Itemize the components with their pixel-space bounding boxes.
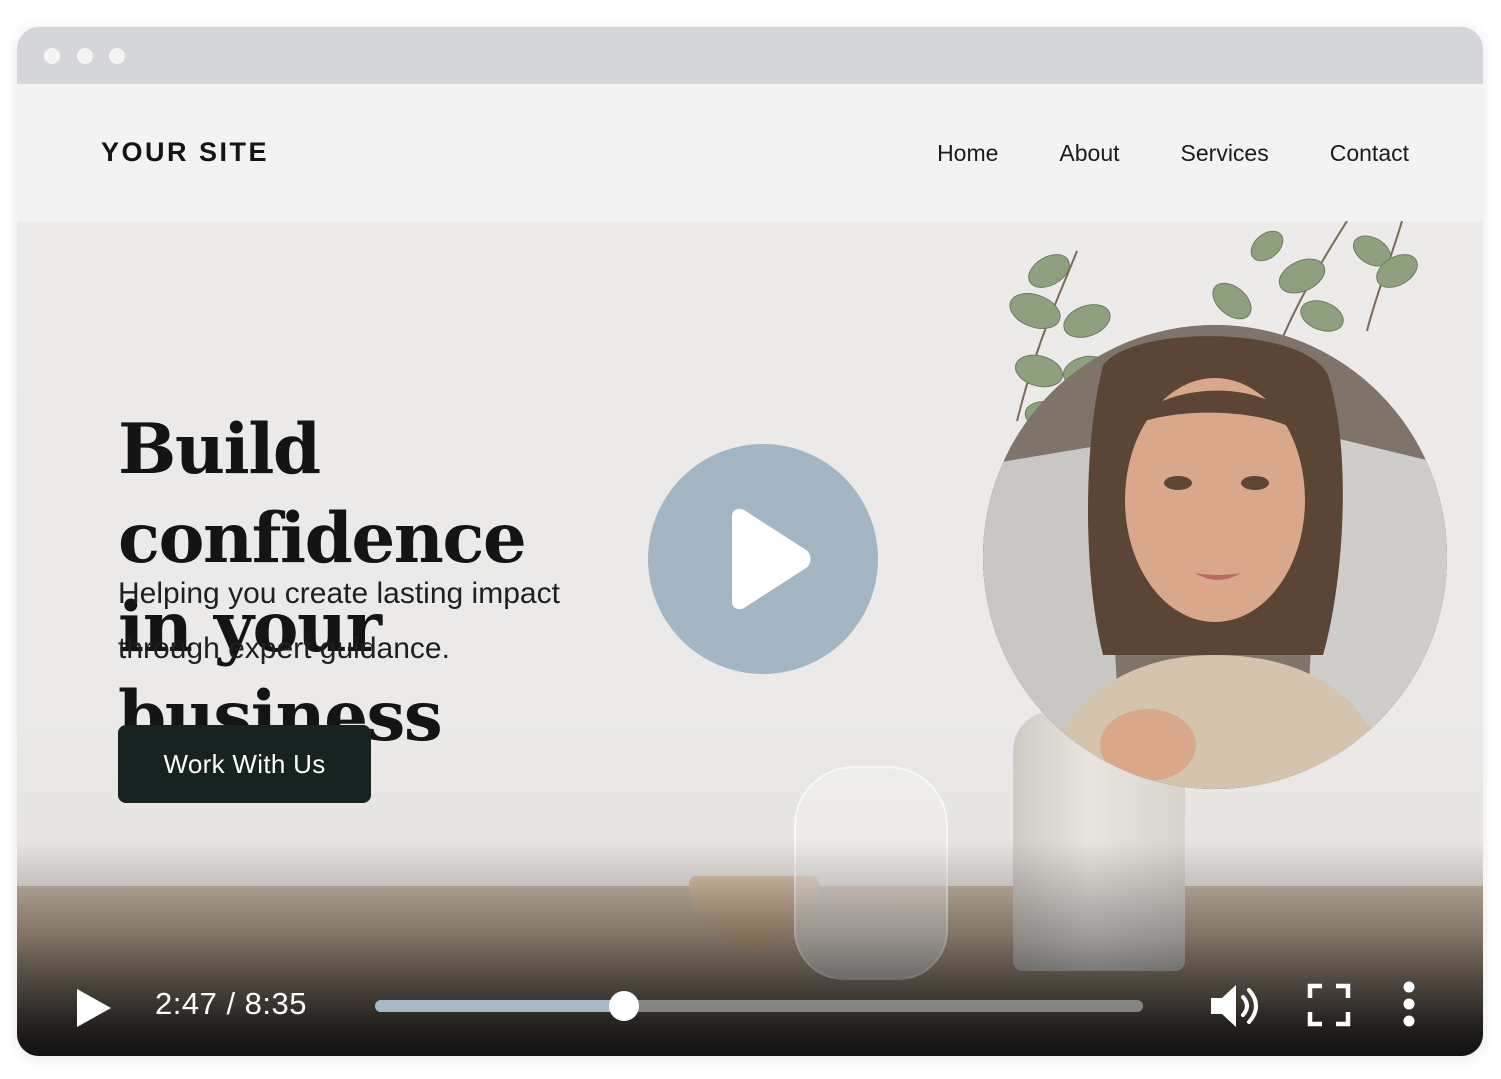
fullscreen-icon[interactable] <box>1307 983 1351 1032</box>
window-dot-icon <box>109 48 125 64</box>
nav-link-contact[interactable]: Contact <box>1330 140 1409 167</box>
browser-titlebar <box>17 27 1483 84</box>
nav-link-home[interactable]: Home <box>937 140 998 167</box>
presenter-portrait <box>983 325 1447 789</box>
progress-bar[interactable] <box>375 991 1143 1021</box>
play-icon <box>732 508 811 610</box>
presenter-video-bubble[interactable] <box>983 325 1447 789</box>
browser-window: YOUR SITE Home About Services Contact Bu… <box>17 27 1483 1056</box>
hero-headline-line1: Build confidence <box>118 409 527 580</box>
more-vertical-icon[interactable] <box>1401 981 1417 1032</box>
nav-link-about[interactable]: About <box>1059 140 1119 167</box>
site-header: YOUR SITE Home About Services Contact <box>17 84 1483 221</box>
video-controls: 2:47 / 8:35 <box>17 946 1483 1056</box>
big-play-button[interactable] <box>648 444 878 674</box>
hero-subtext-line1: Helping you create lasting impact <box>118 577 560 610</box>
window-dot-icon <box>44 48 60 64</box>
progress-fill <box>375 1000 624 1012</box>
window-dot-icon <box>77 48 93 64</box>
site-nav: Home About Services Contact <box>876 140 1409 167</box>
hero-subtext: Helping you create lasting impact throug… <box>118 566 678 676</box>
play-icon[interactable] <box>73 986 113 1035</box>
time-display: 2:47 / 8:35 <box>155 986 308 1021</box>
work-with-us-button[interactable]: Work With Us <box>118 725 371 803</box>
volume-icon[interactable] <box>1209 981 1263 1036</box>
site-logo[interactable]: YOUR SITE <box>101 137 269 168</box>
progress-scrubber-handle[interactable] <box>608 991 639 1021</box>
nav-link-services[interactable]: Services <box>1181 140 1269 167</box>
hero-video-area[interactable]: Build confidence in your business Helpin… <box>17 221 1483 1056</box>
hero-subtext-line2: through expert guidance. <box>118 632 450 665</box>
